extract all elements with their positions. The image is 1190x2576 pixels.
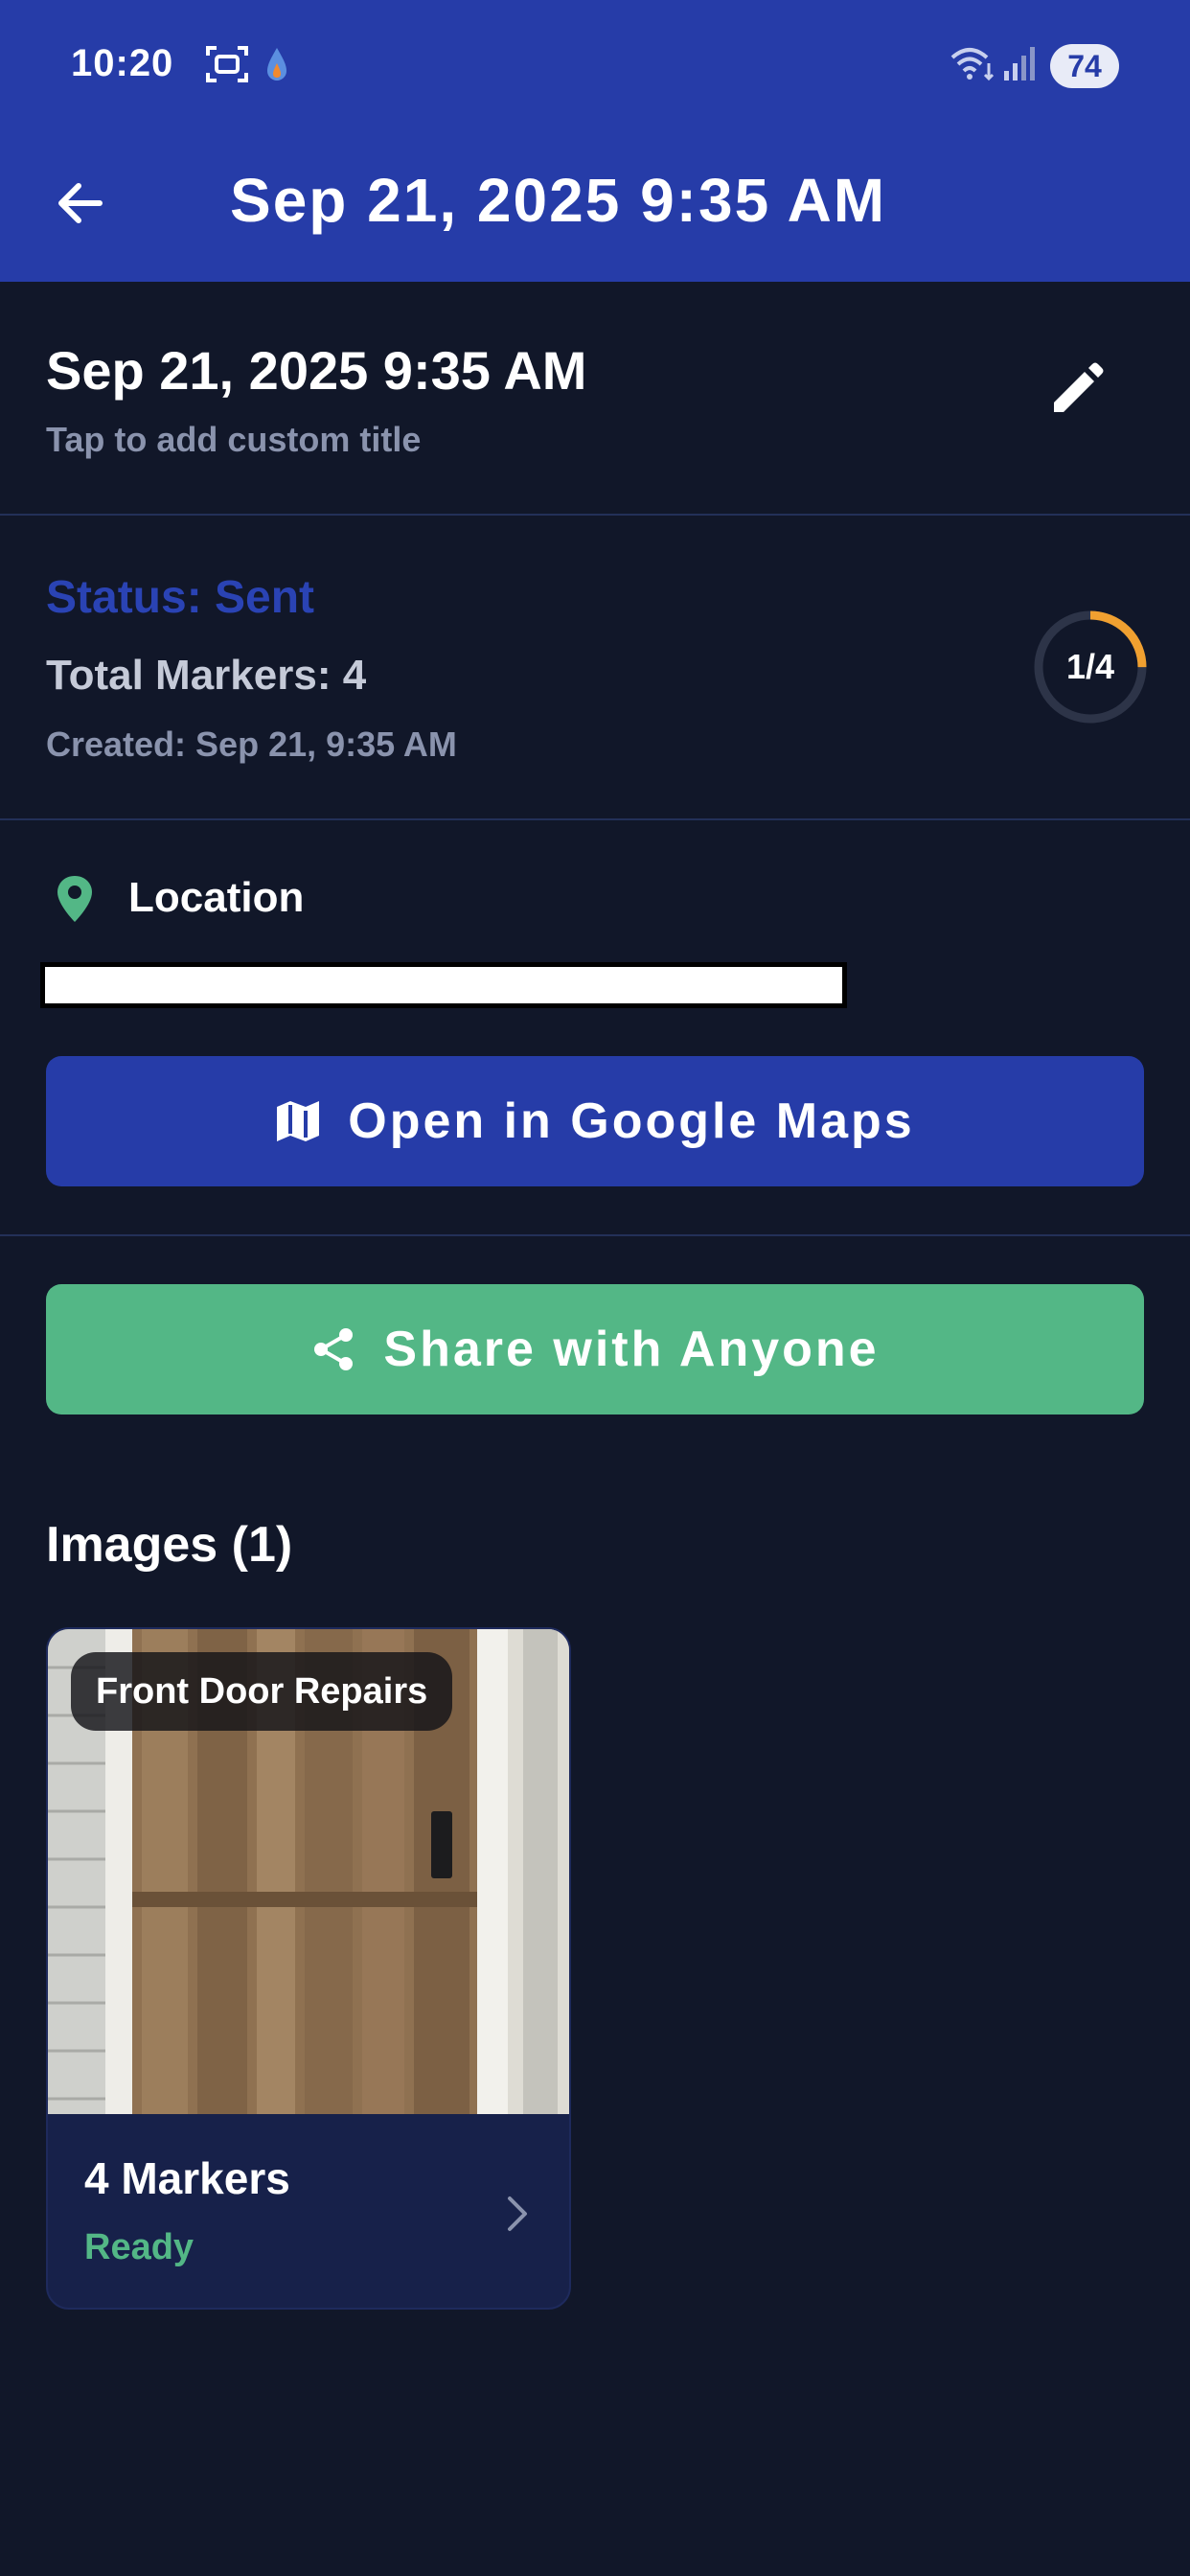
map-icon: [277, 1101, 320, 1141]
created-date: Created: Sep 21, 9:35 AM: [46, 724, 457, 764]
wifi-icon: [950, 48, 995, 81]
map-pin-icon: [57, 876, 92, 922]
images-heading: Images (1): [46, 1517, 293, 1573]
open-google-maps-button[interactable]: Open in Google Maps: [46, 1056, 1144, 1186]
redacted-address: [40, 962, 847, 1008]
chevron-right-icon[interactable]: [498, 2187, 537, 2241]
app-screen: 10:20 74 Sep 21, 2025 9:35 AM Sep 21, 20…: [0, 0, 1190, 2576]
drop-icon: [267, 48, 286, 80]
share-icon: [314, 1328, 354, 1370]
image-title-tag: Front Door Repairs: [71, 1652, 453, 1731]
signal-icon: [1004, 47, 1035, 80]
battery-level: 74: [1050, 44, 1119, 88]
image-status: Ready: [84, 2227, 195, 2267]
page-title[interactable]: Sep 21, 2025 9:35 AM: [46, 339, 586, 402]
total-markers: Total Markers: 4: [46, 652, 367, 699]
share-with-anyone-label: Share with Anyone: [383, 1322, 880, 1377]
title-section[interactable]: Sep 21, 2025 9:35 AM Tap to add custom t…: [0, 282, 1190, 516]
progress-label: 1/4: [1065, 647, 1115, 686]
open-google-maps-label: Open in Google Maps: [348, 1093, 915, 1149]
arrow-left-icon[interactable]: [50, 172, 111, 234]
share-with-anyone-button[interactable]: Share with Anyone: [46, 1284, 1144, 1414]
top-bar: 10:20 74 Sep 21, 2025 9:35 AM: [0, 0, 1190, 282]
status-bar: 10:20 74: [0, 0, 1190, 134]
screenshot-icon: [206, 46, 248, 82]
app-bar-title: Sep 21, 2025 9:35 AM: [230, 166, 887, 235]
location-label: Location: [128, 874, 305, 921]
custom-title-hint[interactable]: Tap to add custom title: [46, 420, 421, 460]
status-time: 10:20: [71, 42, 174, 84]
location-section: Location Open in Google Maps: [0, 820, 1190, 1236]
status-label: Status: Sent: [46, 572, 315, 623]
progress-ring: 1/4: [1031, 608, 1150, 726]
image-marker-count: 4 Markers: [84, 2153, 290, 2203]
pencil-icon[interactable]: [1037, 353, 1113, 429]
image-card[interactable]: Front Door Repairs 4 Markers Ready: [46, 1627, 571, 2310]
status-section: Status: Sent Total Markers: 4 Created: S…: [0, 516, 1190, 820]
